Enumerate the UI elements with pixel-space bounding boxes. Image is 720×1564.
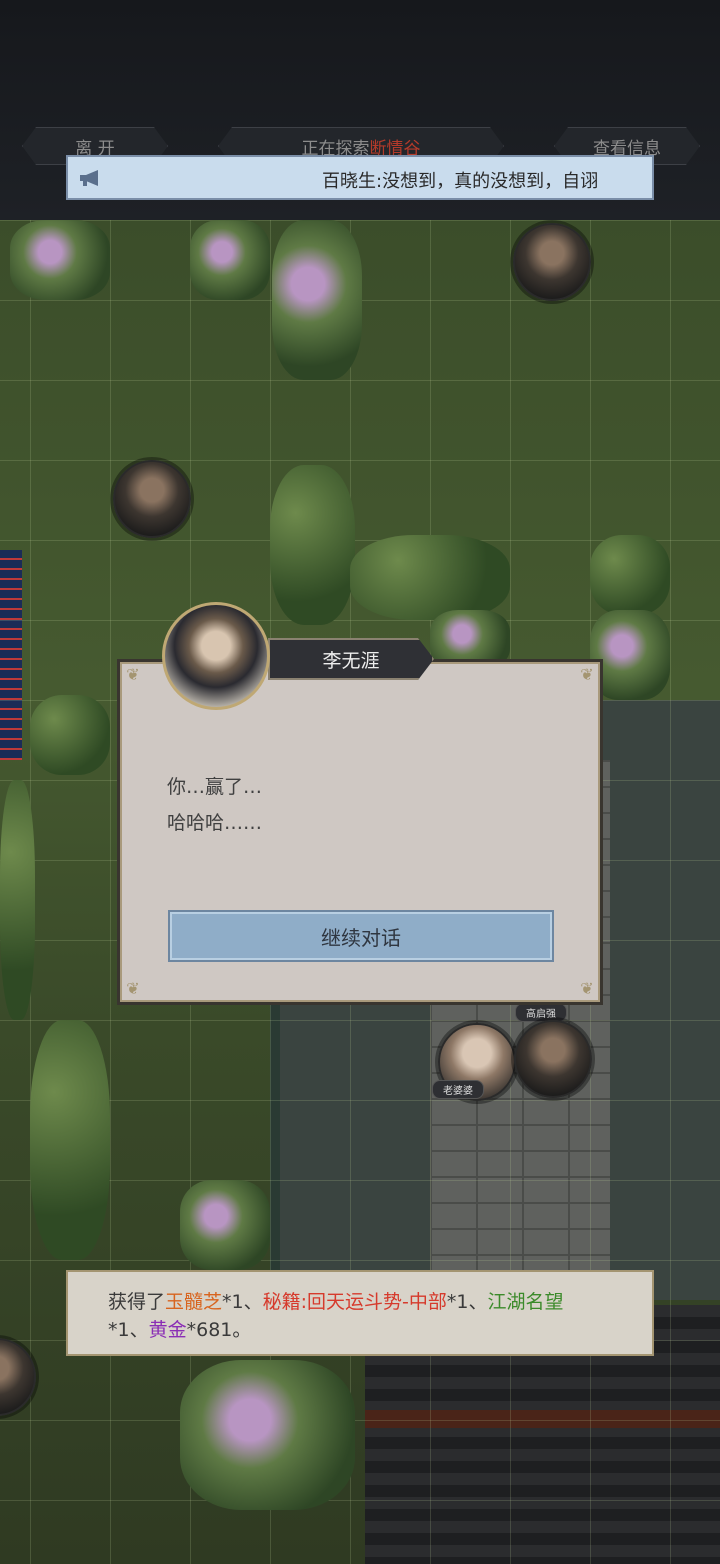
flower-bush [190, 220, 270, 300]
reward-prefix: 获得了 [108, 1291, 166, 1313]
reward-item-qty: *1、 [446, 1291, 488, 1313]
green-bush [30, 1020, 110, 1260]
flower-bush [272, 220, 362, 380]
continue-dialog-button[interactable]: 继续对话 [168, 910, 554, 962]
reward-item-name: 江湖名望 [487, 1291, 564, 1313]
speaker-nameplate: 李无涯 [268, 638, 434, 680]
flower-bush [430, 610, 510, 670]
dialog-box: ❦ ❦ ❦ ❦ 你…赢了… 哈哈哈…… 继续对话 [120, 662, 600, 1002]
green-bush [30, 695, 110, 775]
flower-bush [180, 1180, 270, 1270]
reward-item-qty: *681。 [186, 1319, 252, 1341]
green-bush [350, 535, 510, 620]
announcement-banner: 百晓生:没想到，真的没想到，自诩 [66, 155, 654, 200]
flower-bush [10, 220, 110, 300]
green-bush [0, 780, 35, 1020]
reward-item-qty: *1、 [222, 1291, 263, 1313]
npc-swordsman[interactable] [513, 223, 591, 301]
announcement-text: 百晓生:没想到，真的没想到，自诩 [322, 171, 599, 192]
reward-notification: 获得了玉髓芝*1、秘籍:回天运斗势-中部*1、江湖名望 *1、黄金*681。 [66, 1270, 654, 1356]
speaker-portrait [162, 602, 270, 710]
corner-ornament: ❦ [126, 665, 140, 684]
dialog-line: 哈哈哈…… [167, 812, 263, 834]
speaker-name: 李无涯 [322, 649, 380, 672]
reward-item-name: 玉髓芝 [165, 1291, 223, 1313]
green-bush [590, 535, 670, 615]
npc-name-tag: 老婆婆 [432, 1080, 484, 1099]
corner-ornament: ❦ [126, 979, 140, 998]
reward-item-qty: *1、 [108, 1319, 149, 1341]
dialog-line: 你…赢了… [167, 776, 263, 798]
reward-item-name: 黄金 [148, 1319, 187, 1341]
green-bush [270, 465, 355, 625]
npc-swordsman-2[interactable] [514, 1020, 592, 1098]
npc-name-tag: 高启强 [515, 1003, 567, 1022]
npc-warrior[interactable] [113, 460, 191, 538]
flower-bush [180, 1360, 355, 1510]
megaphone-icon [80, 170, 98, 186]
continue-dialog-label: 继续对话 [321, 925, 401, 950]
corner-ornament: ❦ [580, 979, 594, 998]
flower-bush [590, 610, 670, 700]
reward-item-name: 秘籍:回天运斗势-中部 [262, 1291, 447, 1313]
corner-ornament: ❦ [580, 665, 594, 684]
